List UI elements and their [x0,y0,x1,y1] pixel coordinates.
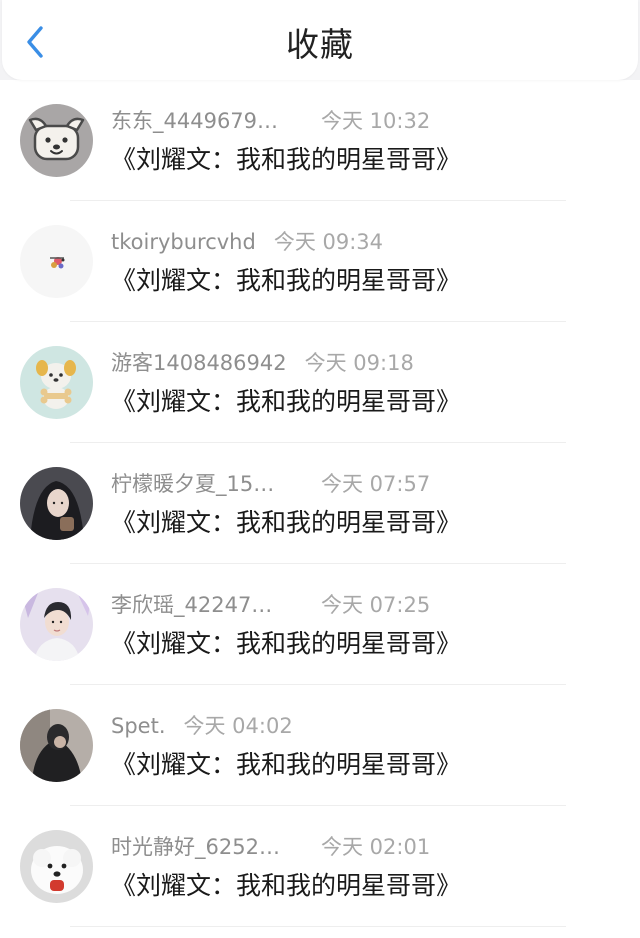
timestamp: 今天 10:32 [321,109,431,133]
user-name[interactable]: 李欣瑶_42247… [111,590,272,620]
avatar[interactable] [20,225,93,298]
item-meta: 游客1408486942 今天 09:18 [111,348,414,378]
sticker-avatar-icon [20,225,93,298]
list-item[interactable]: 柠檬暖夕夏_15… 今天 07:57 《刘耀文：我和我的明星哥哥》 [0,443,640,564]
timestamp: 今天 09:18 [304,351,414,375]
avatar[interactable] [20,346,93,419]
list-item[interactable]: tkoiryburcvhd 今天 09:34 《刘耀文：我和我的明星哥哥》 [0,201,640,322]
item-meta: 东东_4449679… 今天 10:32 [111,106,430,136]
avatar[interactable] [20,467,93,540]
timestamp: 今天 02:01 [321,835,431,859]
item-meta: tkoiryburcvhd 今天 09:34 [111,227,383,257]
timestamp: 今天 07:25 [321,593,431,617]
list-item[interactable]: Spet. 今天 04:02 《刘耀文：我和我的明星哥哥》 [0,685,640,806]
favorite-title[interactable]: 《刘耀文：我和我的明星哥哥》 [111,142,461,178]
user-name[interactable]: 柠檬暖夕夏_15… [111,469,274,499]
list-item[interactable]: 东东_4449679… 今天 10:32 《刘耀文：我和我的明星哥哥》 [0,80,640,201]
photo-avatar-icon [20,709,93,782]
timestamp: 今天 07:57 [321,472,431,496]
item-meta: Spet. 今天 04:02 [111,711,293,741]
favorite-title[interactable]: 《刘耀文：我和我的明星哥哥》 [111,626,461,662]
list-item[interactable]: 李欣瑶_42247… 今天 07:25 《刘耀文：我和我的明星哥哥》 [0,564,640,685]
list-item[interactable]: 游客1408486942 今天 09:18 《刘耀文：我和我的明星哥哥》 [0,322,640,443]
avatar[interactable] [20,709,93,782]
avatar[interactable] [20,104,93,177]
favorite-title[interactable]: 《刘耀文：我和我的明星哥哥》 [111,384,461,420]
item-meta: 李欣瑶_42247… 今天 07:25 [111,590,430,620]
user-name[interactable]: tkoiryburcvhd [111,227,256,257]
portrait-avatar-icon [20,467,93,540]
favorite-title[interactable]: 《刘耀文：我和我的明星哥哥》 [111,868,461,904]
list-item[interactable]: 时光静好_6252… 今天 02:01 《刘耀文：我和我的明星哥哥》 [0,806,640,927]
user-name[interactable]: Spet. [111,711,166,741]
favorite-title[interactable]: 《刘耀文：我和我的明星哥哥》 [111,263,461,299]
timestamp: 今天 09:34 [273,230,384,254]
favorite-title[interactable]: 《刘耀文：我和我的明星哥哥》 [111,505,461,541]
avatar[interactable] [20,830,93,903]
favorites-list: 东东_4449679… 今天 10:32 《刘耀文：我和我的明星哥哥》 tkoir… [0,80,640,938]
avatar[interactable] [20,588,93,661]
page-title: 收藏 [286,25,354,64]
timestamp: 今天 04:02 [183,714,293,738]
item-meta: 时光静好_6252… 今天 02:01 [111,832,430,862]
puppy-avatar-icon [20,104,93,177]
dog-bone-avatar-icon [20,346,93,419]
favorite-title[interactable]: 《刘耀文：我和我的明星哥哥》 [111,747,461,783]
user-name[interactable]: 时光静好_6252… [111,832,280,862]
boy-portrait-avatar-icon [20,588,93,661]
top-bar: 收藏 [2,0,638,80]
user-name[interactable]: 游客1408486942 [111,348,287,378]
item-meta: 柠檬暖夕夏_15… 今天 07:57 [111,469,430,499]
divider [70,926,566,927]
user-name[interactable]: 东东_4449679… [111,106,278,136]
white-dog-avatar-icon [20,830,93,903]
